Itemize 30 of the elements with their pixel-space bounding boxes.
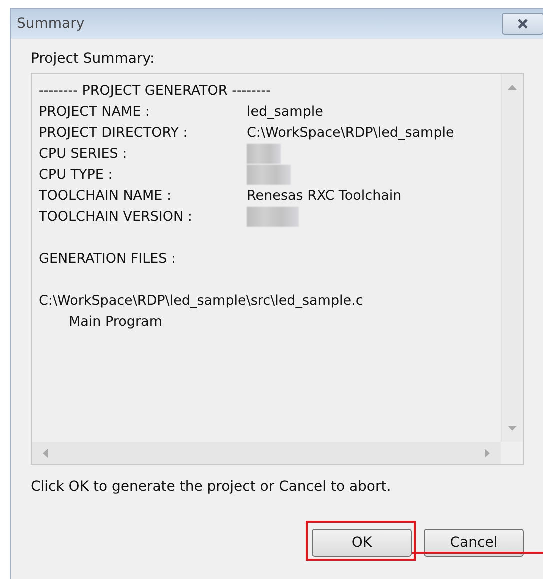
- field-label: PROJECT NAME :: [39, 104, 151, 120]
- section-label: Project Summary:: [31, 51, 156, 67]
- instruction-text: Click OK to generate the project or Cancel to abort.: [31, 479, 392, 495]
- field-label: CPU TYPE :: [39, 166, 114, 182]
- field-label: PROJECT DIRECTORY :: [39, 124, 189, 140]
- dialog-button[interactable]: OK: [312, 529, 412, 557]
- scroll-left-icon: [42, 448, 48, 458]
- field-label: CPU SERIES :: [39, 146, 128, 162]
- redacted-value: [247, 164, 291, 184]
- scroll-right-icon: [485, 448, 491, 458]
- horizontal-scrollbar[interactable]: [32, 442, 501, 464]
- field-label: TOOLCHAIN VERSION :: [39, 208, 194, 224]
- field-label: TOOLCHAIN NAME :: [39, 188, 173, 204]
- redacted-value: [247, 206, 299, 226]
- dialog-button[interactable]: Cancel: [424, 529, 524, 557]
- redacted-value: [247, 144, 281, 164]
- summary-line: Main Program: [69, 314, 162, 330]
- field-value: led_sample: [247, 104, 324, 120]
- window-title: Summary: [17, 16, 85, 32]
- summary-line: C:\WorkSpace\RDP\led_sample\src\led_sample.c: [39, 292, 364, 308]
- field-value: C:\WorkSpace\RDP\led_sample: [247, 124, 454, 140]
- field-value: Renesas RXC Toolchain: [247, 188, 402, 204]
- scroll-up-icon: [508, 84, 517, 90]
- close-button[interactable]: [502, 13, 543, 35]
- summary-line: -------- PROJECT GENERATOR --------: [39, 82, 272, 98]
- summary-text-area[interactable]: [31, 73, 524, 465]
- vertical-scrollbar[interactable]: [501, 74, 523, 442]
- close-icon: [517, 19, 529, 29]
- summary-line: GENERATION FILES :: [39, 250, 176, 266]
- scroll-down-icon: [508, 426, 517, 432]
